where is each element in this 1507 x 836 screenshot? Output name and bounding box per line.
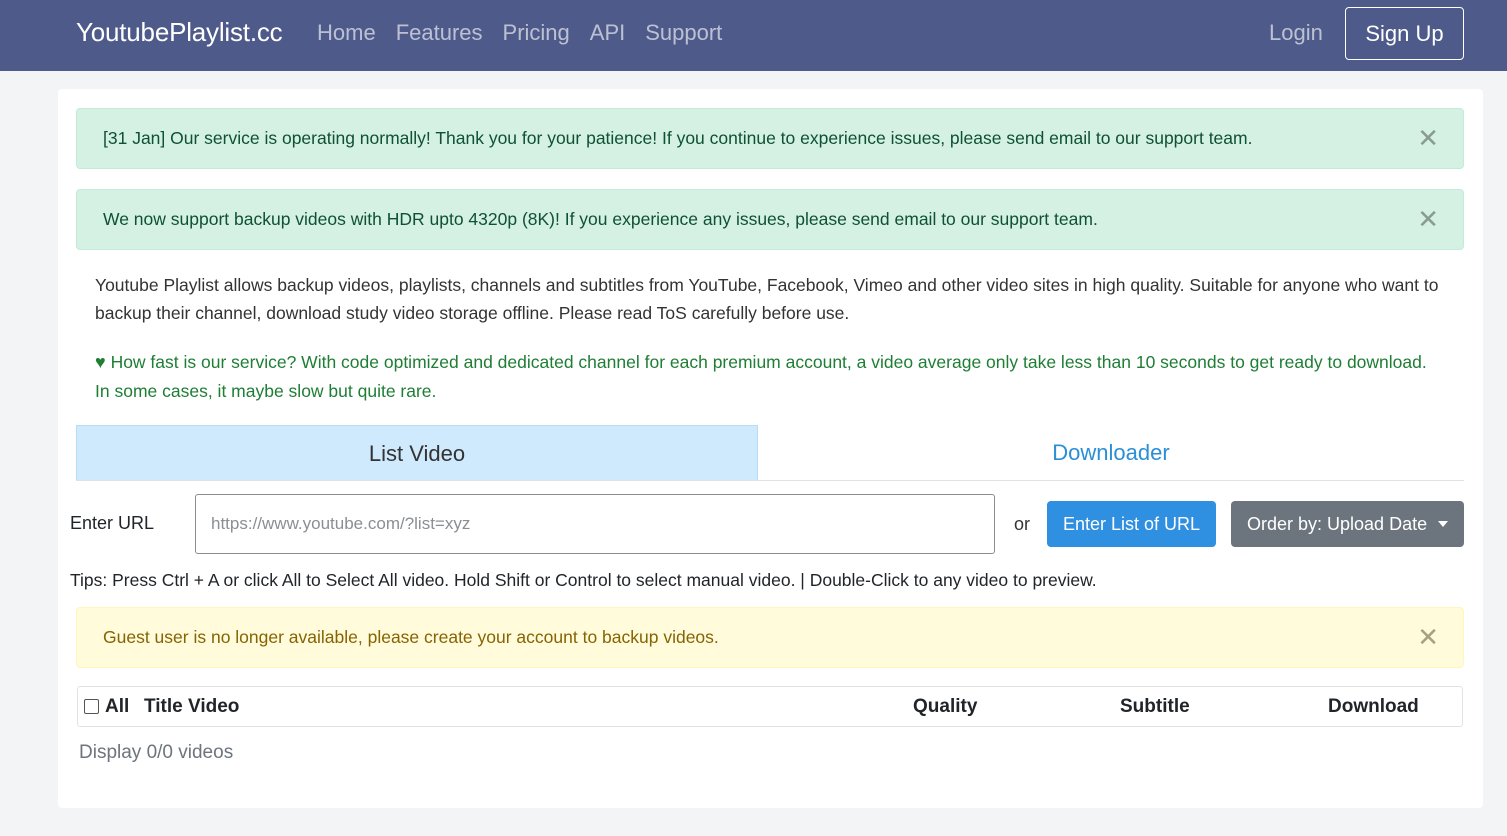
column-subtitle: Subtitle (1120, 696, 1190, 717)
display-count: Display 0/0 videos (79, 742, 234, 763)
service-status-alert: [31 Jan] Our service is operating normal… (76, 108, 1464, 169)
speed-info-text: How fast is our service? With code optim… (95, 352, 1427, 401)
brand-logo[interactable]: YoutubePlaylist.cc (76, 17, 283, 48)
or-separator: or (1014, 514, 1031, 534)
main-card: [31 Jan] Our service is operating normal… (58, 89, 1483, 808)
tab-downloader[interactable]: Downloader (758, 425, 1464, 480)
nav-link-api[interactable]: API (590, 20, 625, 46)
column-download: Download (1328, 696, 1419, 717)
order-by-label: Order by: Upload Date (1247, 513, 1428, 534)
nav-link-home[interactable]: Home (317, 20, 376, 46)
nav-link-features[interactable]: Features (396, 20, 483, 46)
caret-down-icon (1438, 521, 1448, 527)
hdr-support-text: We now support backup videos with HDR up… (103, 209, 1098, 229)
tips-text: Tips: Press Ctrl + A or click All to Sel… (70, 570, 1097, 590)
speed-info: ♥ How fast is our service? With code opt… (95, 348, 1435, 406)
guest-warning-alert: Guest user is no longer available, pleas… (76, 607, 1464, 668)
video-table-header: All Title Video Quality Subtitle Downloa… (77, 686, 1463, 727)
guest-warning-text: Guest user is no longer available, pleas… (103, 627, 719, 647)
login-link[interactable]: Login (1269, 20, 1323, 46)
intro-description: Youtube Playlist allows backup videos, p… (95, 275, 1439, 323)
column-all[interactable]: All (105, 696, 129, 718)
url-label: Enter URL (70, 513, 155, 533)
close-icon[interactable]: ✕ (1417, 109, 1439, 168)
nav-link-support[interactable]: Support (645, 20, 722, 46)
hdr-support-alert: We now support backup videos with HDR up… (76, 189, 1464, 250)
service-status-text: [31 Jan] Our service is operating normal… (103, 128, 1253, 148)
enter-list-url-button[interactable]: Enter List of URL (1047, 501, 1216, 547)
close-icon[interactable]: ✕ (1417, 608, 1439, 667)
nav-links: Home Features Pricing API Support (317, 20, 742, 46)
top-navbar: YoutubePlaylist.cc Home Features Pricing… (0, 0, 1507, 71)
nav-link-pricing[interactable]: Pricing (503, 20, 570, 46)
heart-icon: ♥ (95, 352, 106, 372)
column-quality: Quality (913, 696, 978, 717)
column-title-video: Title Video (144, 696, 240, 717)
tab-divider (76, 480, 1464, 481)
signup-button[interactable]: Sign Up (1345, 7, 1464, 60)
url-input[interactable] (195, 494, 995, 554)
order-by-dropdown[interactable]: Order by: Upload Date (1231, 501, 1464, 547)
tab-list-video[interactable]: List Video (76, 425, 758, 480)
close-icon[interactable]: ✕ (1417, 190, 1439, 249)
select-all-checkbox[interactable] (84, 699, 99, 714)
